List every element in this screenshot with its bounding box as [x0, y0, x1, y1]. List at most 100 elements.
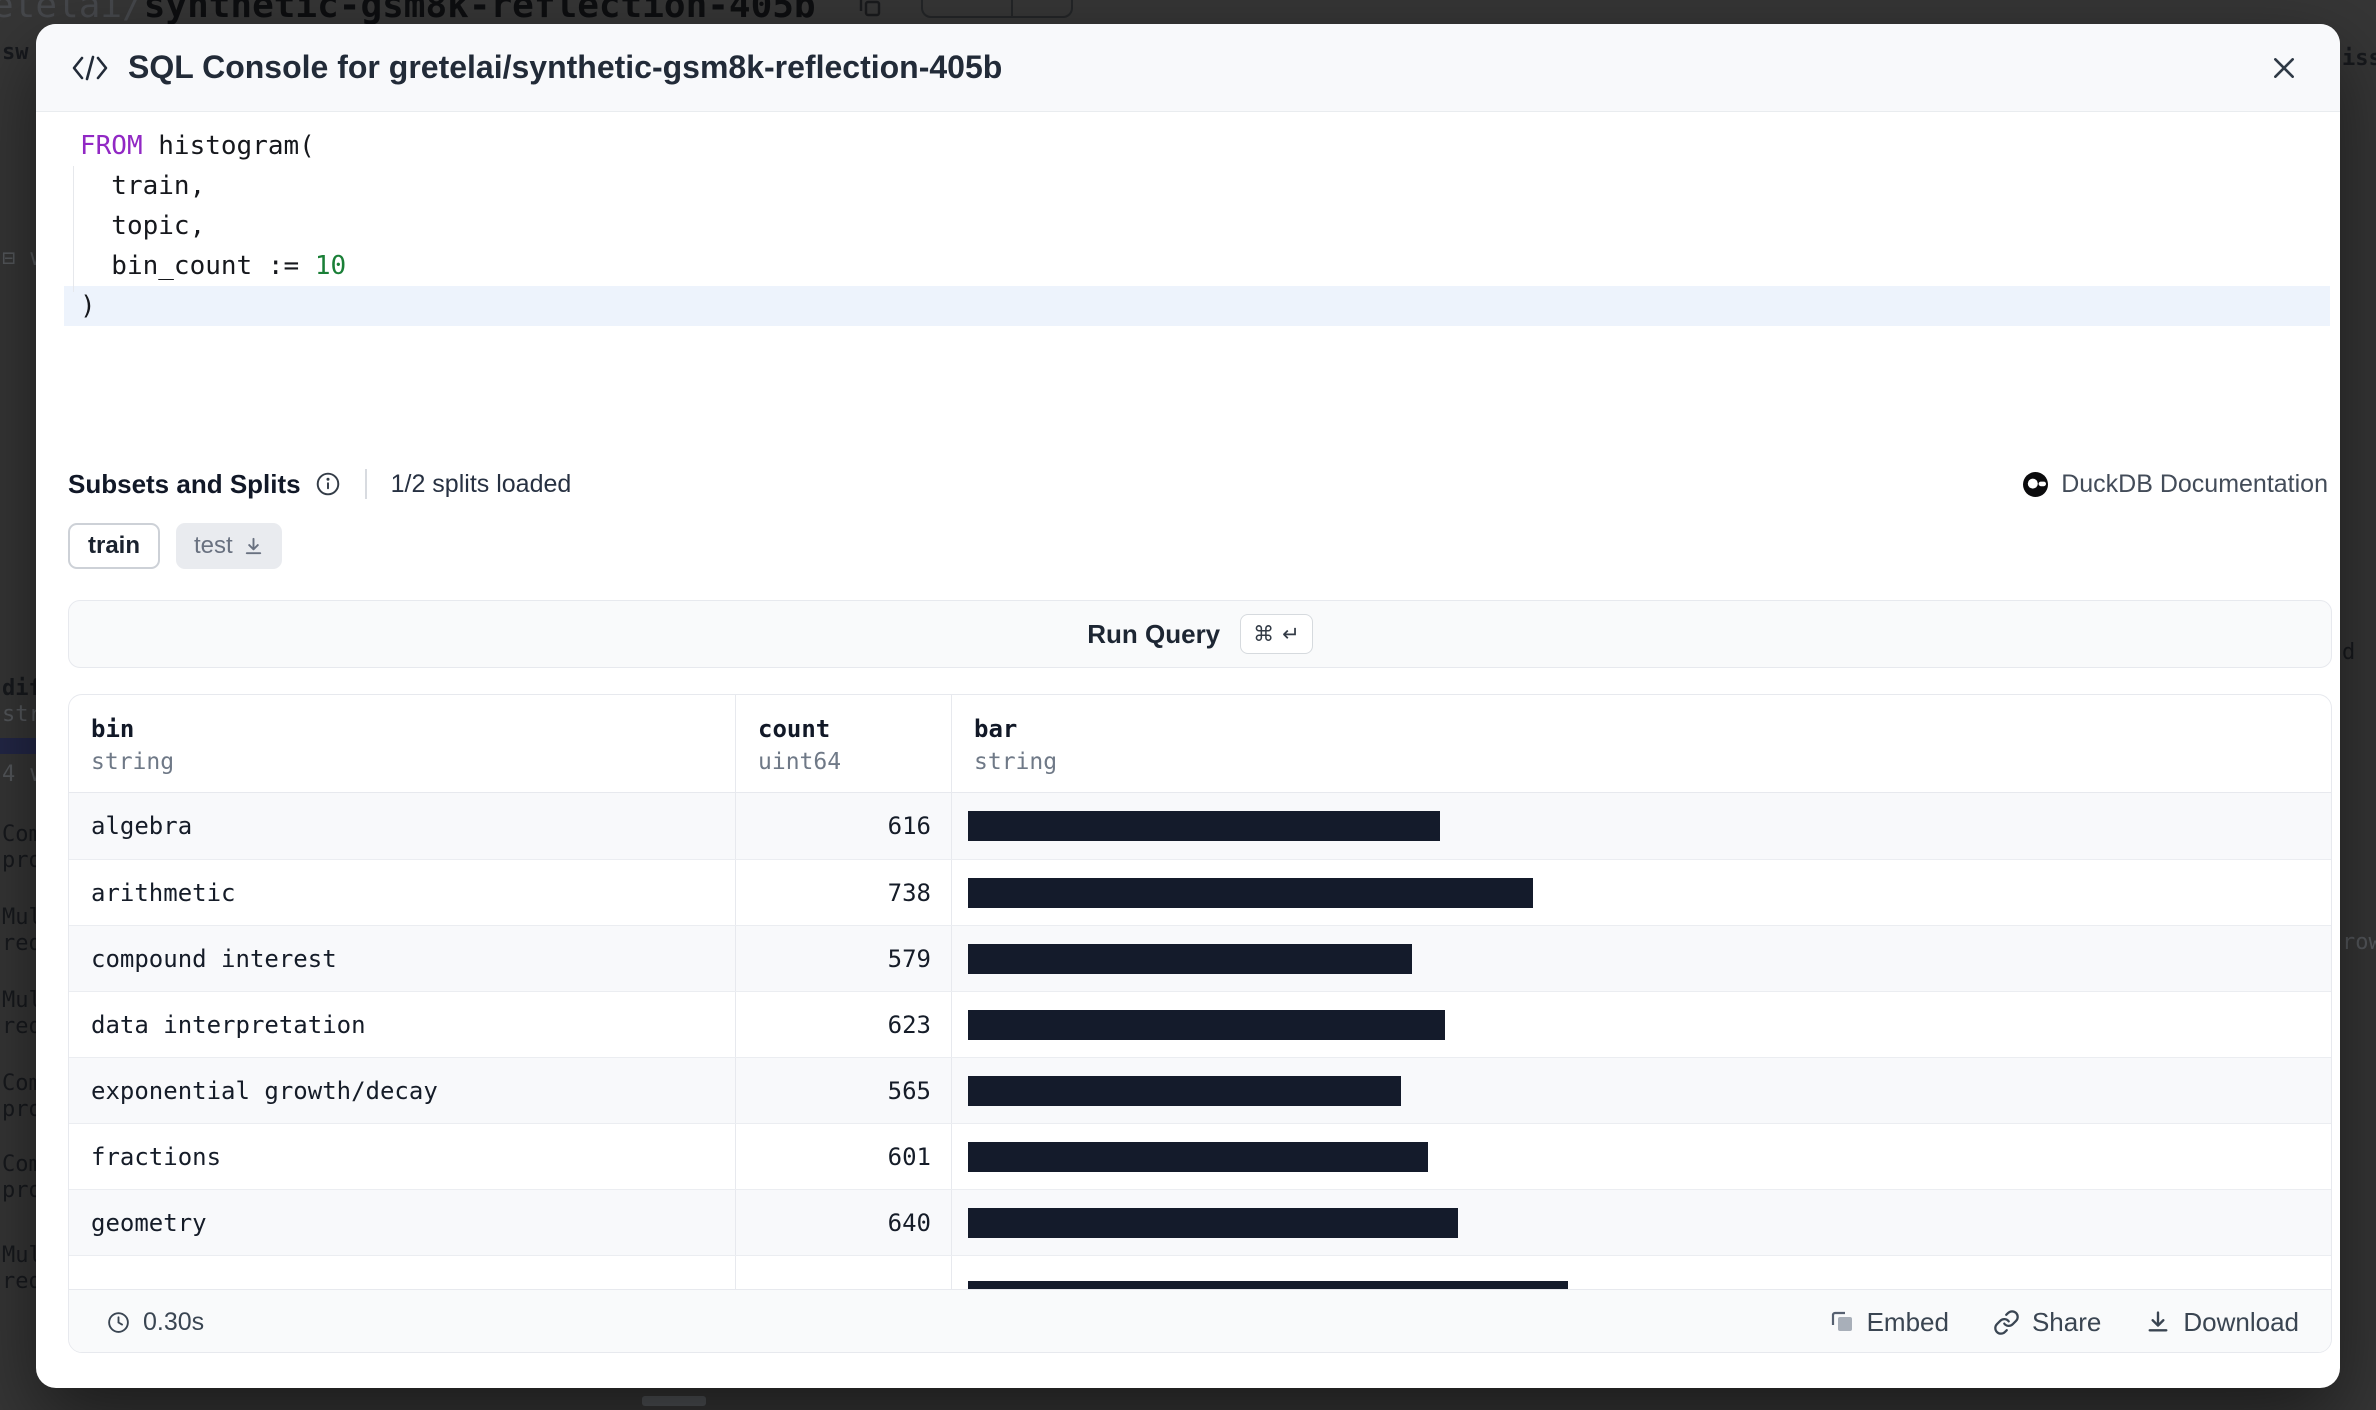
cmd-key-icon: ⌘ [1253, 622, 1274, 646]
query-time: 0.30s [106, 1308, 204, 1337]
share-link-icon [1993, 1309, 2020, 1336]
background-text-fragment: row [2342, 930, 2376, 955]
column-header-bar[interactable]: bar string [951, 695, 2331, 792]
column-header-bin[interactable]: bin string [69, 695, 735, 792]
code-token-keyword: FROM [80, 131, 143, 161]
embed-button[interactable]: Embed [1829, 1307, 1949, 1338]
histogram-bar [968, 878, 1533, 908]
indent-guide [73, 166, 74, 292]
info-icon[interactable] [315, 471, 341, 497]
share-button[interactable]: Share [1993, 1307, 2101, 1338]
table-row[interactable]: compound interest579 [69, 925, 2331, 991]
download-button[interactable]: Download [2145, 1307, 2299, 1338]
cell-bin: geometry [69, 1190, 735, 1255]
cell-count: 601 [735, 1124, 951, 1189]
code-token-plain: ) [80, 291, 96, 321]
sql-editor[interactable]: FROM histogram( train, topic, bin_count … [36, 112, 2340, 442]
editor-line[interactable]: FROM histogram( [64, 126, 2330, 166]
table-row[interactable]: arithmetic738 [69, 859, 2331, 925]
column-name: bin [91, 715, 735, 743]
histogram-bar [968, 1281, 1568, 1289]
column-name: bar [974, 715, 2331, 743]
editor-line[interactable]: topic, [64, 206, 2330, 246]
code-token-plain: bin_count := [80, 251, 315, 281]
table-row[interactable]: fractions601 [69, 1123, 2331, 1189]
histogram-bar [968, 1010, 1445, 1040]
cell-count: 623 [735, 992, 951, 1057]
table-row[interactable]: geometry640 [69, 1189, 2331, 1255]
cell-count: 616 [735, 793, 951, 859]
column-name: count [758, 715, 951, 743]
embed-icon [1829, 1309, 1855, 1335]
subsets-left: Subsets and Splits 1/2 splits loaded [68, 469, 571, 500]
subsets-title: Subsets and Splits [68, 469, 301, 500]
editor-lines: FROM histogram( train, topic, bin_count … [36, 126, 2340, 326]
background-repo-name: synthetic-gsm8k-reflection-405b [144, 0, 816, 25]
table-row[interactable]: exponential growth/decay565 [69, 1057, 2331, 1123]
column-type: string [974, 749, 2331, 775]
share-label: Share [2032, 1307, 2101, 1338]
splits-row: train test [68, 523, 282, 569]
embed-label: Embed [1867, 1307, 1949, 1338]
background-repo-prefix: etelai/ [0, 0, 144, 25]
table-header: bin string count uint64 bar string [69, 695, 2331, 793]
copy-icon [858, 0, 882, 18]
background-text-fragment: d [2342, 640, 2355, 665]
cell-count: 738 [735, 860, 951, 925]
editor-active-line[interactable]: ) [64, 286, 2330, 326]
background-text-fragment: sw [2, 40, 29, 65]
cell-bin: arithmetic [69, 860, 735, 925]
background-bottom-fragment [642, 1396, 706, 1406]
run-query-label: Run Query [1087, 619, 1220, 650]
histogram-bar [968, 944, 1412, 974]
duckdb-docs-label: DuckDB Documentation [2061, 470, 2328, 499]
cell-bin: compound interest [69, 926, 735, 991]
column-type: uint64 [758, 749, 951, 775]
editor-line[interactable]: train, [64, 166, 2330, 206]
cell-bin: data interpretation [69, 992, 735, 1057]
histogram-bar [968, 811, 1440, 841]
cell-bin [69, 1256, 735, 1289]
return-key-icon: ↵ [1282, 622, 1300, 646]
cell-bar [951, 1058, 2331, 1123]
table-row[interactable]: data interpretation623 [69, 991, 2331, 1057]
table-row[interactable]: algebra616 [69, 793, 2331, 859]
table-footer: 0.30s Embed [69, 1289, 2331, 1353]
query-time-value: 0.30s [143, 1308, 204, 1337]
code-token-plain: train, [80, 171, 205, 201]
background-text-fragment: issa [2342, 46, 2376, 71]
cell-bar [951, 992, 2331, 1057]
histogram-bar [968, 1142, 1428, 1172]
download-icon [2145, 1309, 2171, 1335]
modal-title: SQL Console for gretelai/synthetic-gsm8k… [128, 49, 1002, 86]
split-button-train[interactable]: train [68, 523, 160, 569]
cell-bar [951, 926, 2331, 991]
run-query-button[interactable]: Run Query ⌘ ↵ [68, 600, 2332, 668]
cell-count [735, 1256, 951, 1289]
column-header-count[interactable]: count uint64 [735, 695, 951, 792]
split-button-test[interactable]: test [176, 523, 282, 569]
modal-header: SQL Console for gretelai/synthetic-gsm8k… [36, 24, 2340, 112]
code-token-plain: topic, [80, 211, 205, 241]
cell-bin: exponential growth/decay [69, 1058, 735, 1123]
cell-bar [951, 1124, 2331, 1189]
background-repo-title: etelai/synthetic-gsm8k-reflection-405b [0, 0, 816, 25]
close-icon [2271, 55, 2297, 81]
cell-count: 579 [735, 926, 951, 991]
table-body: algebra616arithmetic738compound interest… [69, 793, 2331, 1289]
editor-line[interactable]: bin_count := 10 [64, 246, 2330, 286]
cell-bar [951, 793, 2331, 859]
histogram-bar [968, 1208, 1458, 1238]
footer-actions: Embed Share [1829, 1307, 2299, 1338]
column-type: string [91, 749, 735, 775]
duckdb-docs-link[interactable]: DuckDB Documentation [2022, 470, 2328, 499]
download-icon [243, 536, 264, 557]
cell-count: 565 [735, 1058, 951, 1123]
table-row-partial[interactable] [69, 1255, 2331, 1289]
split-label: train [88, 532, 140, 560]
close-button[interactable] [2266, 50, 2302, 86]
cell-bar [951, 1190, 2331, 1255]
subsets-row: Subsets and Splits 1/2 splits loaded Duc… [36, 465, 2340, 503]
splits-loaded-status: 1/2 splits loaded [391, 470, 572, 499]
cell-bar [951, 860, 2331, 925]
